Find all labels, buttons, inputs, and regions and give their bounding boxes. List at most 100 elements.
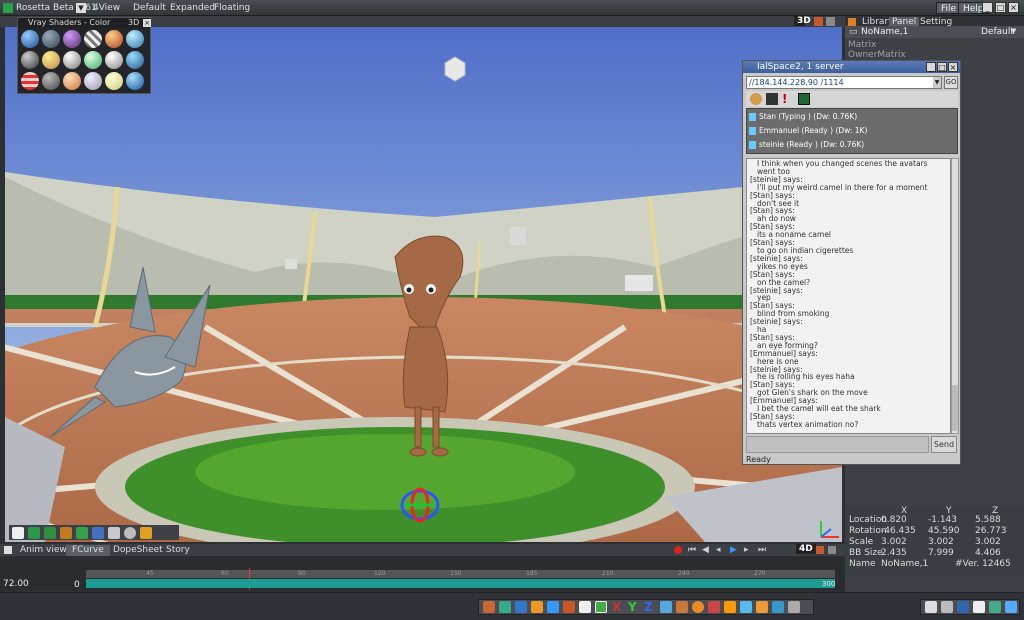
location-y[interactable]: -1.143 <box>928 515 957 525</box>
door-icon[interactable] <box>798 93 810 105</box>
shader-mode[interactable]: 3D <box>128 18 139 27</box>
menu-expanded[interactable]: Expanded <box>170 3 215 13</box>
preset-select[interactable]: Default <box>981 27 1014 37</box>
step-back-icon[interactable]: ◂ <box>716 545 721 555</box>
chevron-down-icon[interactable]: ▼ <box>933 77 941 88</box>
rotation-y[interactable]: 45.590 <box>928 526 960 536</box>
avatar-icon[interactable] <box>750 93 762 105</box>
rotation-x[interactable]: -46.435 <box>881 526 916 536</box>
anim-maximize-icon[interactable] <box>828 546 836 554</box>
settings-icon[interactable] <box>788 601 800 613</box>
collapse-icon[interactable]: ▭ <box>849 27 858 37</box>
alert-icon[interactable]: ! <box>782 92 787 106</box>
sphere-icon[interactable] <box>563 601 575 613</box>
network-icon[interactable] <box>1005 601 1017 613</box>
property-matrix[interactable]: Matrix <box>848 40 876 50</box>
shader-swatch[interactable] <box>42 30 60 48</box>
current-time[interactable]: 72.00 <box>3 579 29 589</box>
menu-4view[interactable]: 4View <box>93 3 120 13</box>
bone-icon[interactable] <box>676 601 688 613</box>
menu-default[interactable]: Default <box>133 3 166 13</box>
server-address-input[interactable]: //184.144.228.90 /1114 <box>746 76 942 89</box>
location-x[interactable]: 0.820 <box>881 515 907 525</box>
scale-z[interactable]: 3.002 <box>975 537 1001 547</box>
prev-frame-icon[interactable]: ◀ <box>702 545 709 555</box>
shader-swatch[interactable] <box>126 51 144 69</box>
shader-swatch[interactable] <box>105 30 123 48</box>
timeline-track[interactable] <box>86 579 835 588</box>
timeline-ruler[interactable]: 45 60 90 120 150 185 210 240 270 <box>86 570 835 578</box>
shader-swatch[interactable] <box>21 30 39 48</box>
home-icon[interactable] <box>579 601 591 613</box>
shader-swatch[interactable] <box>42 72 60 90</box>
rotation-z[interactable]: 26.773 <box>975 526 1007 536</box>
cube-icon[interactable] <box>531 601 543 613</box>
move-icon[interactable] <box>28 527 40 539</box>
maximize-icon[interactable]: □ <box>937 62 947 72</box>
send-button[interactable]: Send <box>931 436 957 453</box>
viewport-maximize-icon[interactable] <box>826 17 835 26</box>
shader-swatch[interactable] <box>21 51 39 69</box>
scale-y[interactable]: 3.002 <box>928 537 954 547</box>
transform-icon[interactable] <box>499 601 511 613</box>
rotate-tool-icon[interactable] <box>660 601 672 613</box>
circle-icon[interactable] <box>124 527 136 539</box>
page-icon[interactable] <box>925 601 937 613</box>
viewport-options-icon[interactable] <box>814 17 823 26</box>
render-icon[interactable] <box>772 601 784 613</box>
select-tool-icon[interactable] <box>595 601 607 613</box>
menu-floating[interactable]: Floating <box>214 3 250 13</box>
box-icon[interactable] <box>756 601 768 613</box>
x-axis-icon[interactable]: X <box>612 600 621 614</box>
hammer-icon[interactable] <box>724 601 736 613</box>
chevron-down-icon[interactable]: ▼ <box>1011 27 1016 35</box>
scrollbar-thumb[interactable] <box>952 385 958 431</box>
chat-message-input[interactable] <box>746 436 929 453</box>
anim-options-icon[interactable] <box>816 546 824 554</box>
chevron-down-icon[interactable]: ▼ <box>76 3 86 13</box>
bucket-icon[interactable] <box>740 601 752 613</box>
gear-icon[interactable] <box>973 601 985 613</box>
shader-swatch[interactable] <box>21 72 39 90</box>
location-z[interactable]: 5.588 <box>975 515 1001 525</box>
user-list-item[interactable]: Stan (Typing ) (Dw: 0.76K) <box>759 112 857 121</box>
scale-x[interactable]: 3.002 <box>881 537 907 547</box>
property-owner-matrix[interactable]: OwnerMatrix <box>848 50 906 60</box>
go-button[interactable]: GO <box>944 76 958 89</box>
link-icon[interactable] <box>515 601 527 613</box>
shader-swatch[interactable] <box>63 51 81 69</box>
tag-icon[interactable] <box>108 527 120 539</box>
globe-icon[interactable] <box>989 601 1001 613</box>
monitor-icon[interactable] <box>957 601 969 613</box>
user-list-item[interactable]: Emmanuel (Ready ) (Dw: 1K) <box>759 126 867 135</box>
close-icon[interactable]: × <box>1008 2 1019 13</box>
start-frame[interactable]: 0 <box>74 580 80 590</box>
tab-fcurve[interactable]: FCurve <box>66 545 110 556</box>
fast-forward-icon[interactable]: ⏭ <box>758 545 766 555</box>
minimize-icon[interactable]: _ <box>982 2 993 13</box>
shader-swatch[interactable] <box>84 30 102 48</box>
user-icon[interactable] <box>766 93 778 105</box>
shader-swatch[interactable] <box>63 72 81 90</box>
shader-swatch[interactable] <box>42 51 60 69</box>
shader-swatch[interactable] <box>84 51 102 69</box>
rewind-icon[interactable]: ⏮ <box>688 545 696 555</box>
brush-icon[interactable] <box>92 527 104 539</box>
camera-icon[interactable] <box>708 601 720 613</box>
play-icon[interactable]: ▶ <box>730 545 737 555</box>
rotate-icon[interactable] <box>44 527 56 539</box>
shader-swatch[interactable] <box>84 72 102 90</box>
z-axis-icon[interactable]: Z <box>644 600 653 614</box>
shader-swatch[interactable] <box>63 30 81 48</box>
wand-icon[interactable] <box>483 601 495 613</box>
viewport-mode[interactable]: 3D <box>794 16 811 26</box>
light-icon[interactable] <box>692 601 704 613</box>
cylinder-icon[interactable] <box>547 601 559 613</box>
name-field[interactable]: NoName,1 <box>881 559 928 569</box>
wrench-icon[interactable] <box>140 527 152 539</box>
record-icon[interactable] <box>674 546 682 554</box>
scale-icon[interactable] <box>60 527 72 539</box>
close-icon[interactable]: × <box>948 62 958 72</box>
maximize-icon[interactable]: □ <box>995 2 1006 13</box>
y-axis-icon[interactable]: Y <box>628 600 637 614</box>
